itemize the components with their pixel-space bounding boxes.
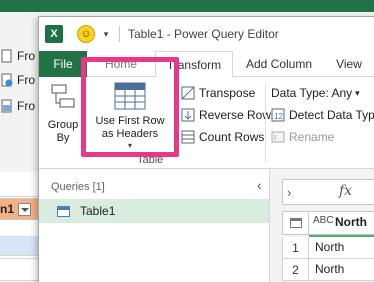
count-rows-label: Count Rows	[199, 130, 265, 144]
excel-from-button-3[interactable]: Fro	[0, 96, 35, 116]
excel-from-label-2: Fro	[17, 73, 35, 87]
ribbon-separator	[265, 83, 266, 163]
chevron-down-icon: ▾	[355, 87, 360, 98]
excel-sheet	[0, 172, 40, 282]
filter-dropdown-icon[interactable]	[18, 202, 32, 216]
excel-from-label-1: Fro	[17, 49, 35, 63]
excel-selected-row	[0, 236, 40, 256]
excel-from-button-1[interactable]: Fro	[0, 46, 35, 66]
screen: Fro Fro Fro n1 X ☺ ▾ Table1 - Power Quer…	[0, 0, 374, 282]
column-type-icon[interactable]: ABC	[313, 215, 334, 226]
data-type-dropdown[interactable]: Data Type: Any ▾	[271, 83, 360, 103]
web-icon	[1, 73, 13, 87]
transpose-label: Transpose	[199, 86, 256, 100]
count-rows-button[interactable]: Count Rows	[181, 127, 264, 147]
data-type-label: Data Type: Any	[271, 86, 353, 100]
power-query-window: X ☺ ▾ Table1 - Power Query Editor File H…	[38, 16, 374, 282]
excel-column-header: n1	[0, 198, 40, 220]
table-row[interactable]: 2 North	[282, 259, 374, 281]
group-by-icon	[48, 81, 78, 119]
cell-value: North	[315, 240, 345, 254]
collapse-chevron-left-icon[interactable]: ‹	[257, 177, 262, 193]
table-row[interactable]: 1 North	[282, 237, 374, 259]
fx-icon: fx	[339, 183, 353, 199]
tab-view[interactable]: View	[327, 51, 371, 77]
highlight-annotation	[81, 57, 179, 157]
chevron-right-icon[interactable]: ›	[287, 185, 291, 200]
excel-column-header-label: n1	[0, 202, 15, 216]
transpose-icon	[181, 86, 195, 100]
excel-from-button-2[interactable]: Fro	[0, 70, 35, 90]
cell-value: North	[315, 262, 345, 276]
formula-bar[interactable]: › fx	[282, 179, 374, 205]
detect-data-type-button[interactable]: 12 Detect Data Type	[271, 105, 374, 125]
window-title: Table1 - Power Query Editor	[128, 27, 279, 41]
reverse-rows-button[interactable]: Reverse Rows	[181, 105, 277, 125]
rename-label: Rename	[289, 130, 335, 144]
count-rows-icon	[181, 130, 195, 144]
queries-header: Queries [1]	[51, 181, 105, 193]
quick-access-dropdown-icon[interactable]: ▾	[101, 29, 111, 39]
tab-add-column[interactable]: Add Column	[237, 51, 321, 77]
title-bar: X ☺ ▾ Table1 - Power Query Editor	[39, 17, 374, 51]
tab-file[interactable]: File	[39, 51, 87, 77]
group-by-button[interactable]: Group By	[45, 81, 81, 145]
query-item-label: Table1	[80, 204, 116, 218]
table-icon	[57, 205, 70, 217]
queries-pane: Queries [1] ‹ Table1	[39, 169, 270, 282]
rename-button[interactable]: Rename	[271, 127, 334, 147]
query-item-table1[interactable]: Table1	[39, 199, 269, 223]
group-by-label: Group By	[47, 119, 79, 144]
excel-title-bar	[0, 0, 374, 12]
data-preview-pane: › fx ABC North 1 North 2 North	[270, 169, 374, 282]
detect-data-type-label: Detect Data Type	[289, 108, 374, 122]
document-icon	[1, 49, 13, 63]
rename-icon	[271, 130, 285, 144]
row-number: 1	[283, 237, 309, 258]
transpose-button[interactable]: Transpose	[181, 83, 255, 103]
detect-data-type-icon: 12	[271, 108, 285, 122]
title-separator	[119, 26, 120, 42]
column-header-label[interactable]: North	[335, 215, 367, 229]
sheet-row	[0, 260, 40, 281]
smiley-feedback-icon[interactable]: ☺	[77, 25, 95, 43]
excel-from-label-3: Fro	[17, 99, 35, 113]
table-menu-icon[interactable]	[283, 212, 309, 234]
sheet-row	[0, 176, 40, 197]
reverse-rows-icon	[181, 108, 195, 122]
row-number: 2	[283, 259, 309, 280]
svg-text:12: 12	[274, 112, 283, 121]
grid-header-row: ABC North	[282, 211, 374, 235]
table-icon	[1, 99, 13, 113]
excel-logo-icon: X	[45, 25, 63, 43]
